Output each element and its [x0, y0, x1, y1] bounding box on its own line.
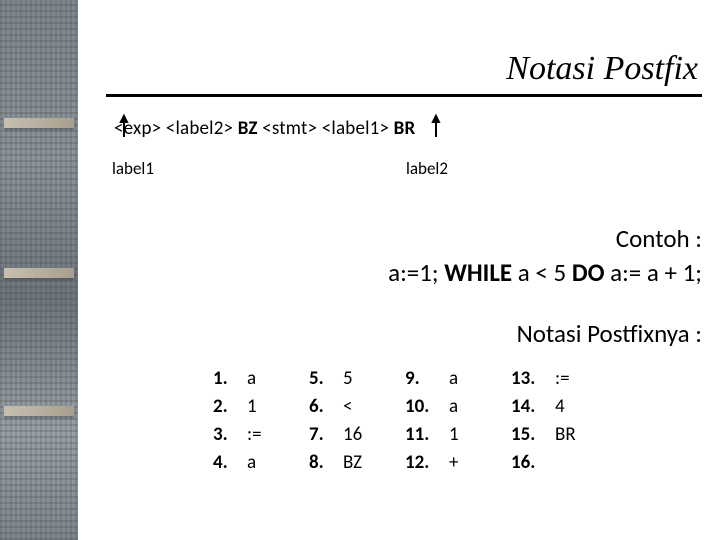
- list-val: 1: [247, 395, 287, 418]
- arrow-up-icon: ▲: [116, 113, 132, 137]
- list-num: 2.: [213, 395, 247, 418]
- decorative-sidebar: [0, 0, 78, 540]
- keyword-while: WHILE: [444, 257, 512, 288]
- label-row: label1 label2: [106, 158, 702, 194]
- list-num: 3.: [213, 423, 247, 446]
- expr-part: <exp> <label2>: [114, 117, 238, 140]
- list-val: 5: [343, 367, 383, 390]
- list-val: a: [449, 395, 489, 418]
- list-val: a: [247, 367, 287, 390]
- list-num: 15.: [511, 423, 555, 446]
- keyword-do: DO: [572, 257, 605, 288]
- example-text: a:=1;: [388, 257, 444, 288]
- list-val: 4: [555, 395, 595, 418]
- list-num: 1.: [213, 367, 247, 390]
- expr-bz: BZ: [238, 117, 258, 140]
- list-num: 6.: [309, 395, 343, 418]
- label2-text: label2: [406, 158, 448, 179]
- list-num: 9.: [405, 367, 449, 390]
- expr-part: <stmt> <label1>: [258, 117, 394, 140]
- postfix-grid: 1.a 5.5 9.a 13.:= 2.1 6.< 10.a 14.4 3.:=…: [213, 365, 595, 477]
- arrow-up-icon: ▲: [428, 113, 444, 137]
- list-num: 11.: [405, 423, 449, 446]
- list-num: 13.: [511, 367, 555, 390]
- list-val: :=: [555, 367, 595, 390]
- list-num: 4.: [213, 451, 247, 474]
- example-block: Contoh : a:=1; WHILE a < 5 DO a:= a + 1;: [106, 222, 702, 290]
- list-num: 5.: [309, 367, 343, 390]
- list-num: 14.: [511, 395, 555, 418]
- list-val: BZ: [343, 451, 383, 474]
- list-val: a: [449, 367, 489, 390]
- list-val: +: [449, 451, 489, 474]
- list-val: 1: [449, 423, 489, 446]
- list-num: 12.: [405, 451, 449, 474]
- example-text: a:= a + 1;: [604, 257, 702, 288]
- list-num: 7.: [309, 423, 343, 446]
- example-heading: Contoh :: [106, 222, 702, 256]
- label1-text: label1: [112, 158, 154, 179]
- list-val: :=: [247, 423, 287, 446]
- example-text: a < 5: [512, 257, 572, 288]
- expr-br: BR: [394, 117, 416, 140]
- divider: [106, 94, 702, 97]
- list-val: <: [343, 395, 383, 418]
- list-num: 10.: [405, 395, 449, 418]
- list-num: 16.: [511, 451, 555, 474]
- expression-line: <exp> <label2> BZ <stmt> <label1> BR: [106, 117, 702, 140]
- list-val: 16: [343, 423, 383, 446]
- list-val: a: [247, 451, 287, 474]
- example-code: a:=1; WHILE a < 5 DO a:= a + 1;: [106, 256, 702, 290]
- list-val: BR: [555, 423, 595, 446]
- postfix-heading: Notasi Postfixnya :: [106, 318, 702, 349]
- list-num: 8.: [309, 451, 343, 474]
- page-title: Notasi Postfix: [106, 0, 702, 92]
